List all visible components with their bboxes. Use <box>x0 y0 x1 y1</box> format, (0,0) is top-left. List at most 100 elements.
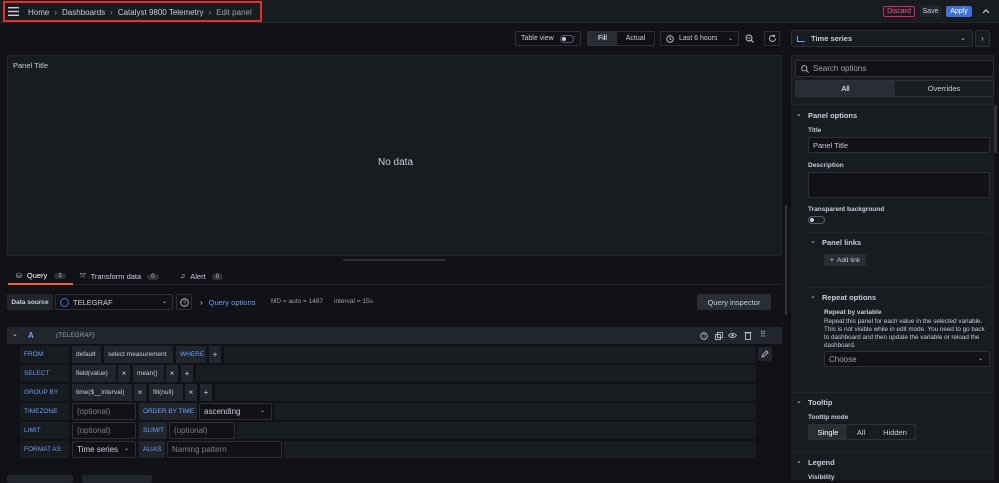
influxdb-icon <box>60 297 69 307</box>
from-policy[interactable]: default <box>72 346 101 363</box>
alias-input[interactable]: Naming pattern <box>167 441 282 458</box>
chevron-down-icon: ⌄ <box>960 35 966 42</box>
panel-options-header[interactable]: Panel options <box>808 111 857 120</box>
add-where-button[interactable]: + <box>209 346 221 363</box>
toggle-switch[interactable] <box>560 35 574 43</box>
add-query-button[interactable] <box>7 475 73 483</box>
tab-transform[interactable]: ⤧ Transform data 0 <box>80 268 159 285</box>
data-source-select[interactable]: TELEGRAF ⌄ <box>55 294 173 310</box>
description-label: Description <box>808 162 844 169</box>
chevron-down-icon[interactable]: ⌄ <box>796 110 802 118</box>
collapse-chevron-icon[interactable]: ⌄ <box>12 330 18 338</box>
save-button[interactable]: Save <box>920 6 941 17</box>
groupby-time[interactable]: time($__interval) <box>72 384 132 401</box>
chevron-down-icon[interactable]: ⌄ <box>810 292 816 300</box>
groupby-fill[interactable]: fill(null) <box>149 384 183 401</box>
add-groupby-button[interactable]: + <box>200 384 212 401</box>
orderby-keyword: ORDER BY TIME <box>139 403 197 420</box>
query-options-label: Query options <box>208 297 256 307</box>
eye-icon[interactable] <box>728 331 737 340</box>
title-input[interactable]: Panel Title <box>808 137 990 153</box>
tooltip-header[interactable]: Tooltip <box>808 398 832 407</box>
chevron-down-icon[interactable]: ⌄ <box>796 457 802 465</box>
formatas-select[interactable]: Time series ⌄ <box>72 441 136 458</box>
options-scrollbar[interactable] <box>994 105 997 153</box>
time-range-label: Last 6 hours <box>679 35 718 42</box>
remove-function-button[interactable]: × <box>166 365 178 382</box>
refresh-icon[interactable] <box>764 31 780 46</box>
add-select-button[interactable]: + <box>181 365 193 382</box>
from-row-fill <box>224 346 756 363</box>
zoom-out-icon[interactable] <box>742 31 757 46</box>
repeat-by-label: Repeat by variable <box>824 309 882 316</box>
limit-placeholder: (optional) <box>77 426 111 435</box>
actual-button[interactable]: Actual <box>617 32 654 45</box>
discard-button[interactable]: Discard <box>883 6 915 17</box>
duplicate-icon[interactable] <box>714 331 723 340</box>
time-range-picker[interactable]: Last 6 hours ⌄ <box>660 31 739 46</box>
slimit-placeholder: (optional) <box>174 426 208 435</box>
limit-row-fill <box>237 422 756 439</box>
description-input[interactable] <box>808 172 990 198</box>
choose-placeholder: Choose <box>829 354 857 364</box>
query-ref[interactable]: A <box>28 331 34 340</box>
tab-all[interactable]: All <box>796 81 895 96</box>
repeat-description: Repeat this panel for each value in the … <box>824 318 985 349</box>
remove-field-button[interactable]: × <box>118 365 130 382</box>
chevron-right-icon: › <box>981 34 984 43</box>
tab-overrides[interactable]: Overrides <box>895 81 993 96</box>
panel-links-divider <box>808 232 990 233</box>
add-link-button[interactable]: + Add link <box>824 254 866 266</box>
remove-time-button[interactable]: × <box>134 384 146 401</box>
tooltip-mode-single[interactable]: Single <box>809 425 847 439</box>
query-inspector-button[interactable]: Query inspector <box>697 294 771 310</box>
chevron-up-icon[interactable] <box>981 6 991 16</box>
apply-button[interactable]: Apply <box>946 6 972 17</box>
tooltip-mode-hidden[interactable]: Hidden <box>875 425 915 439</box>
help-icon[interactable]: ? <box>176 294 192 310</box>
editor-scrollbar[interactable] <box>785 205 787 315</box>
transparent-toggle[interactable] <box>808 216 825 224</box>
expression-button[interactable] <box>82 475 152 483</box>
legend-header[interactable]: Legend <box>808 458 835 467</box>
query-header: ⌄ A (TELEGRAF) ? ⠿ <box>7 327 782 344</box>
visualization-picker[interactable]: Time series ⌄ <box>791 30 973 47</box>
select-function[interactable]: mean() <box>133 365 164 382</box>
tooltip-mode-all[interactable]: All <box>847 425 875 439</box>
search-options-input[interactable]: Search options <box>795 60 994 77</box>
slimit-keyword: SLIMIT <box>139 422 167 439</box>
collapse-options-button[interactable]: › <box>975 30 990 47</box>
repeat-options-header[interactable]: Repeat options <box>822 293 876 302</box>
trash-icon[interactable] <box>743 331 752 340</box>
query-ds-name: (TELEGRAF) <box>56 332 95 339</box>
data-source-value: TELEGRAF <box>73 297 113 307</box>
orderby-select[interactable]: ascending ⌄ <box>199 403 272 420</box>
fill-actual-group: Fill Actual <box>587 31 655 46</box>
chevron-down-icon[interactable]: ⌄ <box>810 237 816 245</box>
tab-query[interactable]: ⛁ Query 1 <box>8 268 73 285</box>
select-field[interactable]: field(value) <box>72 365 116 382</box>
add-link-label: Add link <box>836 256 861 264</box>
edit-raw-icon[interactable] <box>758 347 772 361</box>
panel-links-header[interactable]: Panel links <box>822 238 861 247</box>
table-view-toggle[interactable]: Table view <box>515 31 581 46</box>
tab-alert[interactable]: ♫ Alert 0 <box>180 268 224 285</box>
repeat-variable-select[interactable]: Choose ⌄ <box>824 351 990 367</box>
alias-row-fill <box>284 441 756 458</box>
limit-input[interactable]: (optional) <box>72 422 136 439</box>
fill-button[interactable]: Fill <box>588 32 617 45</box>
drag-handle-icon[interactable]: ⠿ <box>760 330 766 339</box>
remove-fill-button[interactable]: × <box>185 384 197 401</box>
title-label: Title <box>808 127 822 134</box>
query-options-toggle[interactable]: › Query options <box>200 296 255 308</box>
alias-keyword: ALIAS <box>139 441 165 458</box>
help-icon[interactable]: ? <box>699 331 708 340</box>
from-measurement[interactable]: select measurement <box>104 346 173 363</box>
data-source-label: Data source <box>7 294 53 310</box>
panel-resize-handle[interactable] <box>343 259 446 261</box>
chevron-down-icon[interactable]: ⌄ <box>796 397 802 405</box>
slimit-input[interactable]: (optional) <box>169 422 235 439</box>
no-data-text: No data <box>377 157 414 168</box>
tab-transform-count: 0 <box>147 273 159 280</box>
timezone-input[interactable]: (optional) <box>72 403 136 420</box>
